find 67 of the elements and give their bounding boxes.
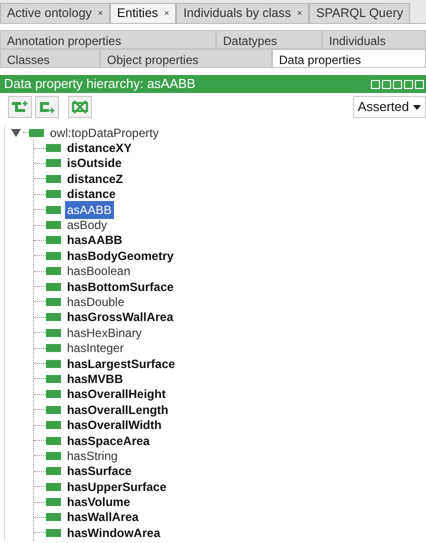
property-icon <box>46 159 61 168</box>
tree-item[interactable]: hasDouble <box>65 293 126 311</box>
property-icon <box>46 421 61 430</box>
tab[interactable]: Classes <box>0 49 100 68</box>
toolbar-button[interactable] <box>68 96 92 118</box>
add-sibling-icon <box>38 100 56 114</box>
tree-item[interactable]: hasInteger <box>65 339 126 358</box>
tree-item[interactable]: distanceZ <box>65 170 126 188</box>
property-icon <box>46 206 61 214</box>
tree-item[interactable]: hasOverallHeight <box>65 385 168 404</box>
property-icon <box>46 482 61 491</box>
expand-icon[interactable] <box>11 128 21 137</box>
tree-item[interactable]: hasGrossWallArea <box>65 308 176 326</box>
tree-item[interactable]: hasBoolean <box>65 262 132 280</box>
tree-item[interactable]: hasBottomSurface <box>65 278 176 296</box>
toolbar-button[interactable] <box>35 96 59 118</box>
property-icon <box>29 128 44 137</box>
add-subproperty-icon <box>11 100 29 114</box>
property-icon <box>46 452 61 460</box>
property-icon <box>46 267 61 276</box>
tree-item[interactable]: hasOverallLength <box>65 400 170 419</box>
property-icon <box>46 467 61 476</box>
property-icon <box>46 360 61 368</box>
delete-icon <box>71 100 89 114</box>
tree-item[interactable]: hasHexBinary <box>65 324 144 342</box>
property-icon <box>46 252 61 260</box>
property-icon <box>46 174 61 183</box>
property-icon <box>46 406 61 414</box>
caret-icon <box>413 104 421 110</box>
tab[interactable]: Entities × <box>110 3 176 23</box>
property-icon <box>46 436 61 444</box>
view-dropdown[interactable]: Asserted <box>352 96 426 118</box>
close-icon[interactable]: × <box>98 6 104 20</box>
tree-item[interactable]: hasOverallWidth <box>65 416 164 434</box>
tab[interactable]: Individuals <box>322 30 426 49</box>
tree-item[interactable]: hasSurface <box>65 462 134 480</box>
property-icon <box>46 344 61 352</box>
tab[interactable]: Individuals by class × <box>176 3 310 23</box>
panel-title: Data property hierarchy: asAABB <box>4 75 196 94</box>
property-icon <box>46 328 61 337</box>
tab[interactable]: Annotation properties <box>0 30 216 49</box>
property-icon <box>46 236 61 244</box>
tab[interactable]: Object properties <box>100 49 272 68</box>
property-icon <box>46 298 61 306</box>
property-icon <box>46 313 61 322</box>
tree-item[interactable]: hasBodyGeometry <box>65 246 176 265</box>
tab[interactable]: Datatypes <box>216 30 322 49</box>
property-icon <box>46 528 61 537</box>
tree-item[interactable]: hasWindowArea <box>65 524 162 542</box>
property-icon <box>46 374 61 383</box>
tree-item[interactable]: distance <box>65 185 118 204</box>
property-icon <box>46 390 61 398</box>
close-icon[interactable]: × <box>164 6 170 20</box>
tree-item[interactable]: asAABB <box>65 200 114 219</box>
property-icon <box>46 190 61 198</box>
property-icon <box>46 282 61 291</box>
close-icon[interactable]: × <box>297 6 302 20</box>
tab[interactable]: Data properties <box>272 49 426 68</box>
tree-item[interactable]: hasUpperSurface <box>65 478 168 496</box>
property-icon <box>46 498 61 506</box>
property-icon <box>46 513 61 522</box>
tree-item[interactable]: owl:topDataProperty <box>48 124 161 142</box>
tab[interactable]: SPARQL Query <box>309 3 410 23</box>
toolbar-button[interactable] <box>8 96 32 118</box>
property-icon <box>46 144 61 152</box>
tab[interactable]: Active ontology × <box>0 3 110 23</box>
property-icon <box>46 221 61 230</box>
